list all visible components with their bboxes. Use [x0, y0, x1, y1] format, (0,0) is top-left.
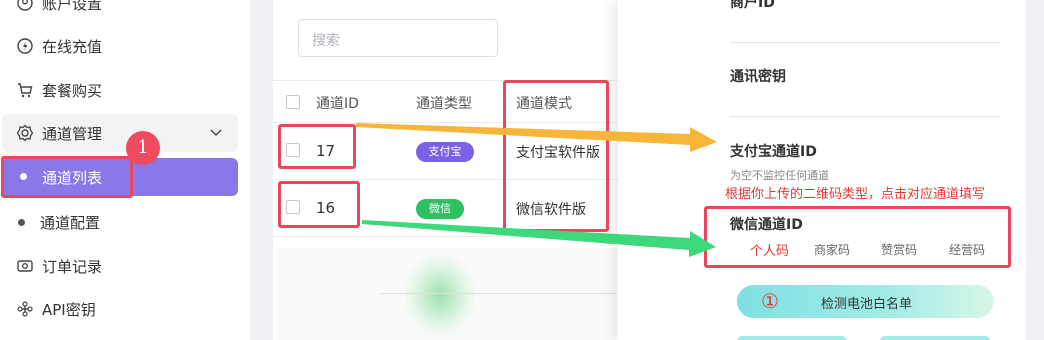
- annotation-arrows: [356, 123, 717, 257]
- orange-arrow: [356, 123, 717, 152]
- green-arrow: [362, 220, 716, 257]
- app-root: 账户设置 在线充值 套餐购买 通道管理 通道列表 通道配置 订单记录 API密钥…: [0, 0, 1044, 340]
